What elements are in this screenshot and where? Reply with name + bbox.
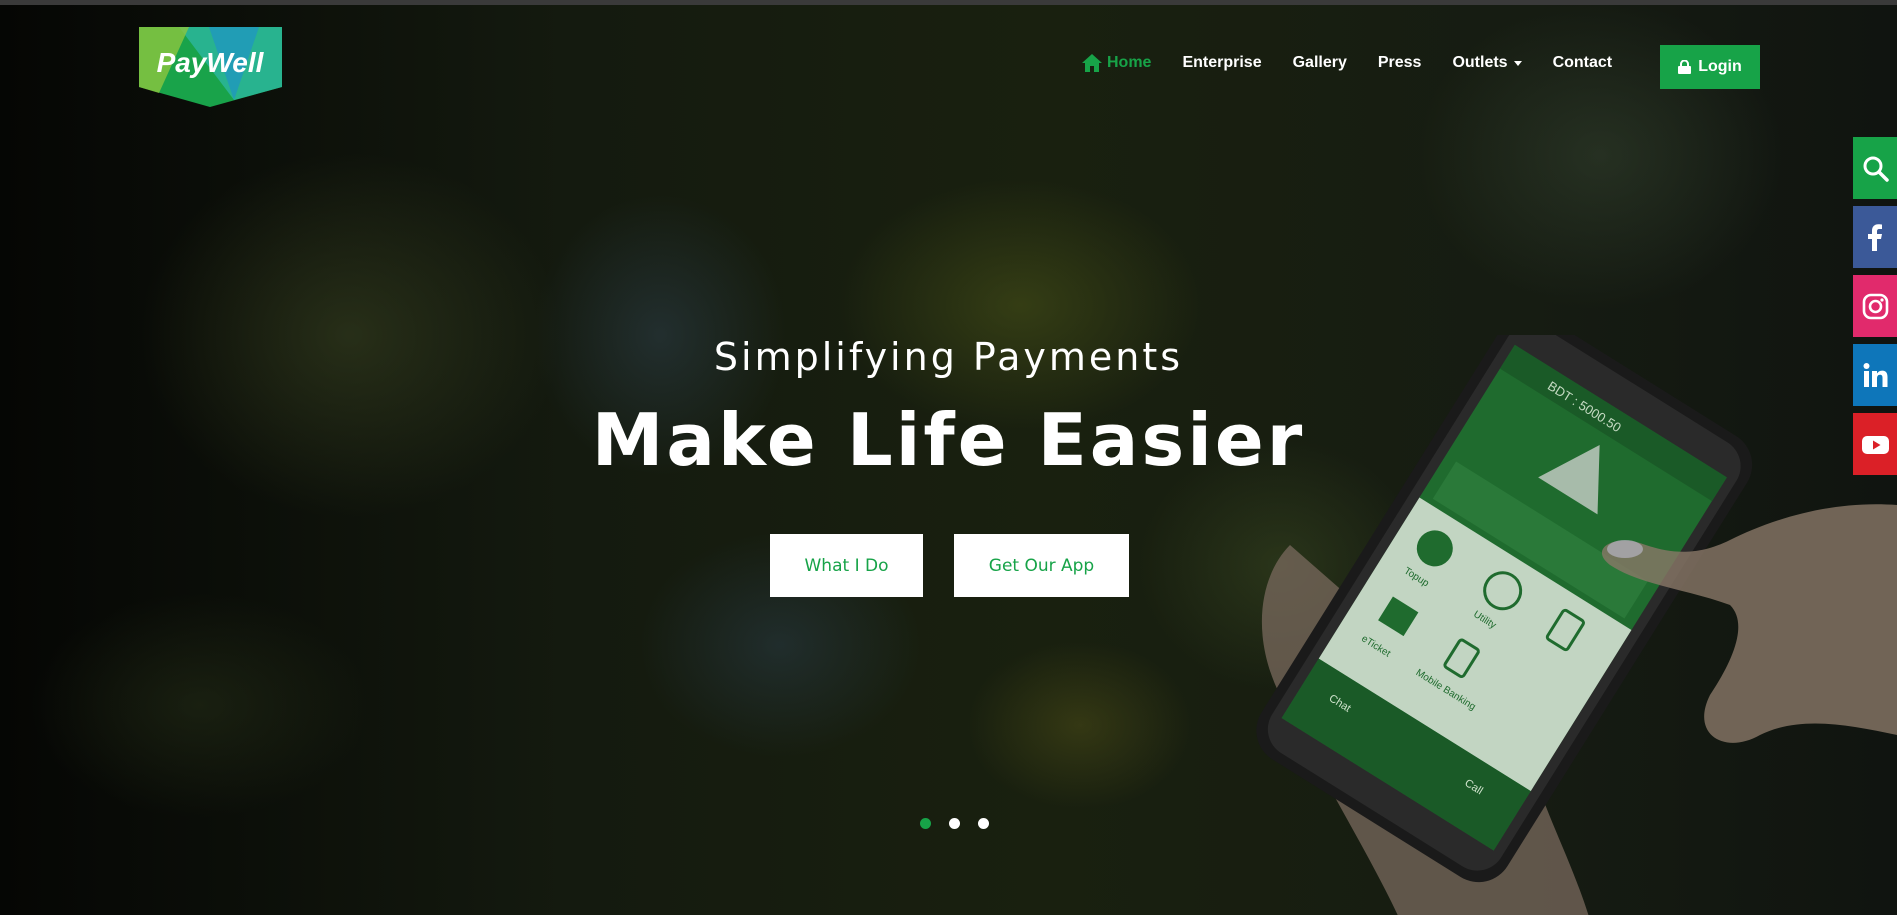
hero-slider: BDT : 5000.50 Topup Utility Mobile Banki… [0,5,1897,915]
lock-icon [1678,60,1692,74]
slide-dot-1[interactable] [920,818,931,829]
get-our-app-label: Get Our App [988,555,1095,576]
nav-gallery-label: Gallery [1292,54,1347,71]
instagram-icon [1862,293,1889,319]
what-i-do-label: What I Do [804,555,889,576]
hero-headline: Make Life Easier [591,398,1306,482]
logo-wordmark: PayWell [157,47,265,78]
get-our-app-button[interactable]: Get Our App [954,534,1129,597]
nav-enterprise[interactable]: Enterprise [1182,54,1261,72]
sidebar-search-button[interactable] [1853,137,1897,199]
nav-contact[interactable]: Contact [1553,54,1613,72]
nav-home[interactable]: Home [1082,54,1151,72]
nav-gallery[interactable]: Gallery [1293,54,1347,72]
nav-home-label: Home [1107,54,1152,71]
login-button[interactable]: Login [1660,45,1760,89]
slider-pagination [920,818,1007,829]
search-icon [1863,156,1889,182]
slide-dot-2[interactable] [949,818,960,829]
slide-dot-3[interactable] [978,818,989,829]
main-nav: Home Enterprise Gallery Press Outlets Co… [1082,49,1643,77]
nav-press-label: Press [1377,54,1422,71]
nav-contact-label: Contact [1552,54,1613,71]
home-icon [1082,54,1102,72]
facebook-link[interactable] [1853,206,1897,268]
hero-subtitle: Simplifying Payments [713,335,1184,379]
what-i-do-button[interactable]: What I Do [770,534,923,597]
chevron-down-icon [1513,60,1522,66]
paywell-logo[interactable]: PayWell [139,27,282,107]
nav-outlets-dropdown[interactable]: Outlets [1452,54,1522,72]
nav-outlets-label: Outlets [1452,54,1508,71]
nav-enterprise-label: Enterprise [1182,54,1262,71]
nav-press[interactable]: Press [1378,54,1422,72]
instagram-link[interactable] [1853,275,1897,337]
facebook-icon [1868,223,1882,251]
login-label: Login [1698,58,1742,75]
